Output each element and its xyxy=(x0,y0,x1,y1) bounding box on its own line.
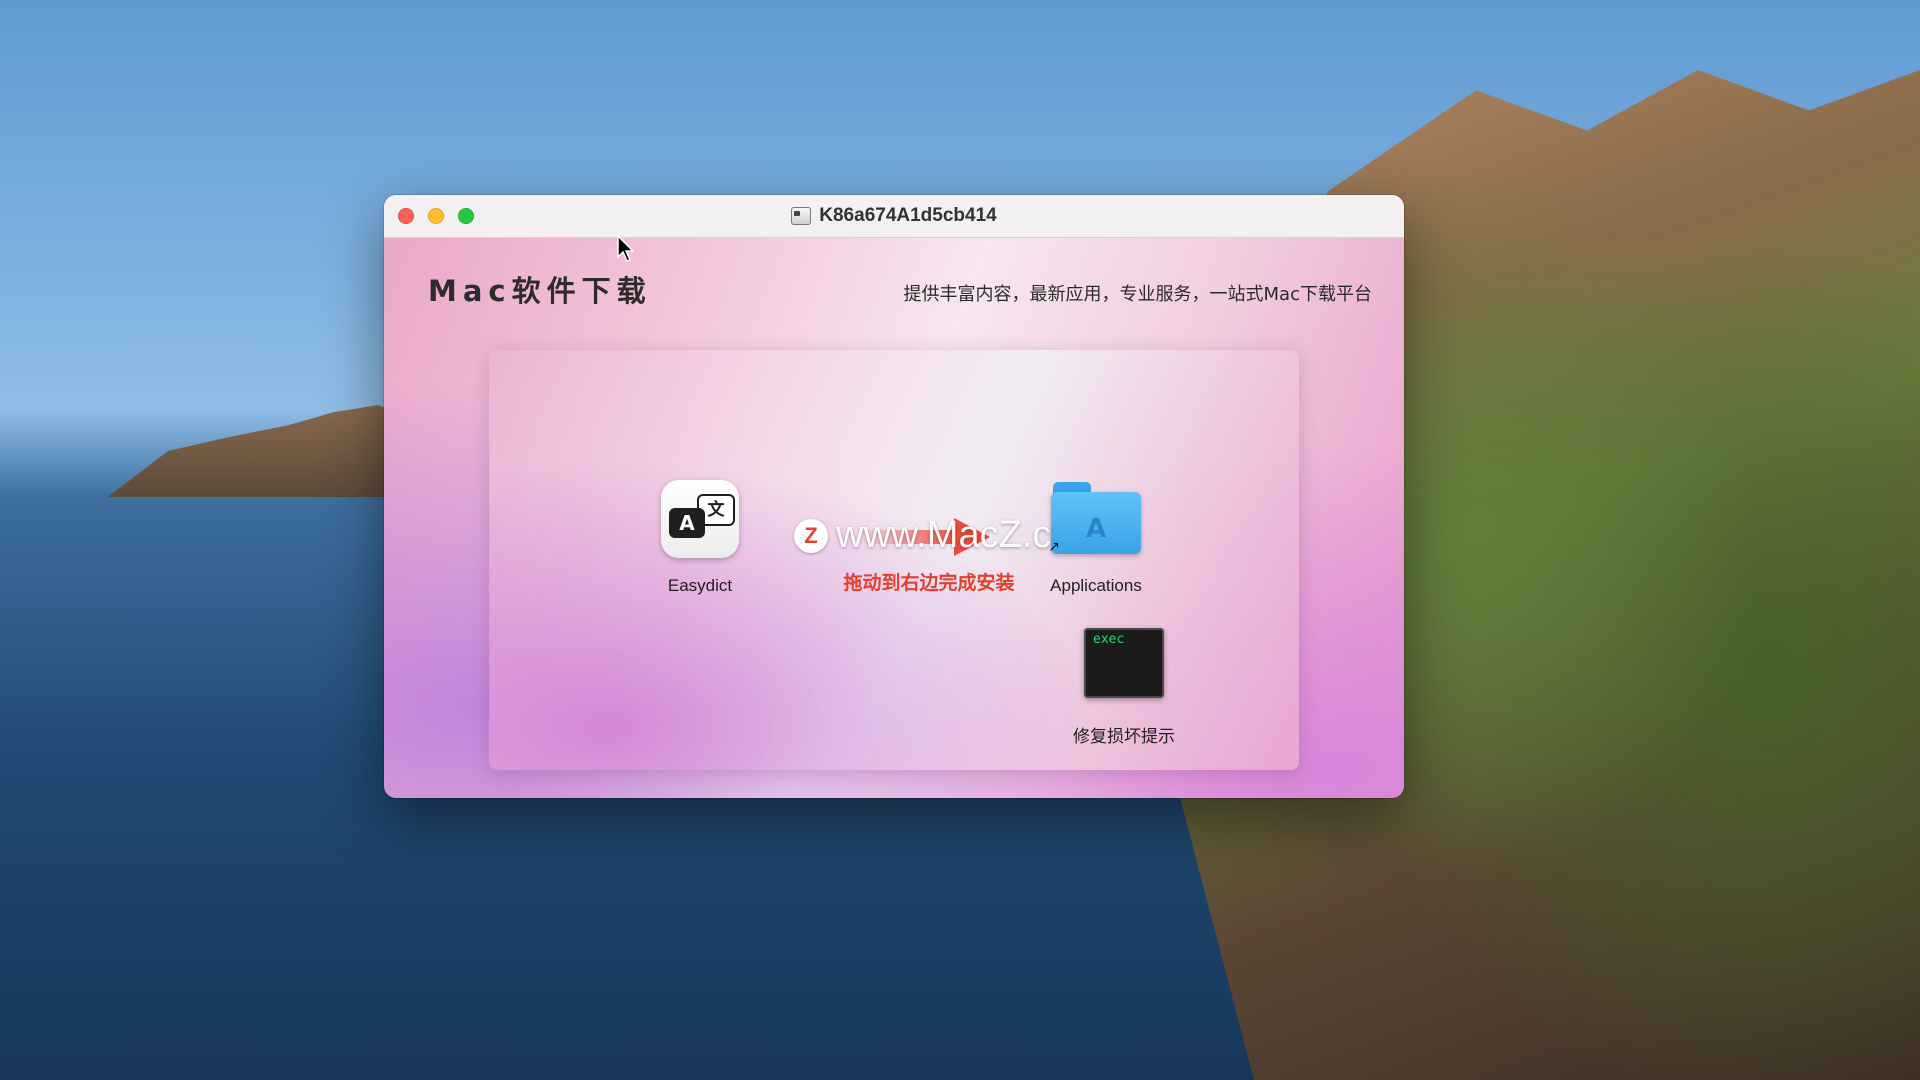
easydict-app-icon[interactable]: 文 A xyxy=(661,480,739,558)
letter-bubble-icon: A xyxy=(669,508,705,538)
window-title: K86a674A1d5cb414 xyxy=(819,205,997,226)
applications-folder-icon[interactable]: A ↗ xyxy=(1048,480,1141,558)
app-store-glyph-icon: A xyxy=(1085,514,1107,544)
applications-label: Applications xyxy=(1050,576,1142,595)
dmg-installer-window: K86a674A1d5cb414 Mac软件下载 提供丰富内容，最新应用，专业服… xyxy=(384,195,1404,798)
exec-icon-text: exec xyxy=(1093,632,1125,647)
island-scenery xyxy=(108,405,408,497)
easydict-app-item[interactable]: 文 A Easydict xyxy=(645,480,755,596)
desktop-background: K86a674A1d5cb414 Mac软件下载 提供丰富内容，最新应用，专业服… xyxy=(0,0,1920,1080)
mouse-cursor-icon xyxy=(617,235,635,262)
repair-tool-label: 修复损坏提示 xyxy=(1073,727,1175,746)
brand-slogan: 提供丰富内容，最新应用，专业服务，一站式Mac下载平台 xyxy=(903,284,1372,305)
exec-terminal-icon[interactable]: exec xyxy=(1084,628,1164,698)
window-titlebar[interactable]: K86a674A1d5cb414 xyxy=(384,195,1404,238)
folder-body: A xyxy=(1051,492,1141,554)
brand-title: Mac软件下载 xyxy=(428,274,652,308)
repair-tool-item[interactable]: exec 修复损坏提示 xyxy=(1059,628,1189,747)
applications-folder-item[interactable]: A ↗ Applications xyxy=(1031,480,1161,596)
title-wrap: K86a674A1d5cb414 xyxy=(384,195,1404,237)
disk-image-icon xyxy=(791,207,812,225)
easydict-label: Easydict xyxy=(667,576,733,595)
install-panel: 文 A Easydict 拖动到右边完成安装 Z www.MacZ.com A xyxy=(489,350,1299,770)
macz-logo-icon: Z xyxy=(794,518,828,553)
alias-arrow-icon: ↗ xyxy=(1048,539,1060,555)
install-instruction: 拖动到右边完成安装 xyxy=(843,572,1015,594)
